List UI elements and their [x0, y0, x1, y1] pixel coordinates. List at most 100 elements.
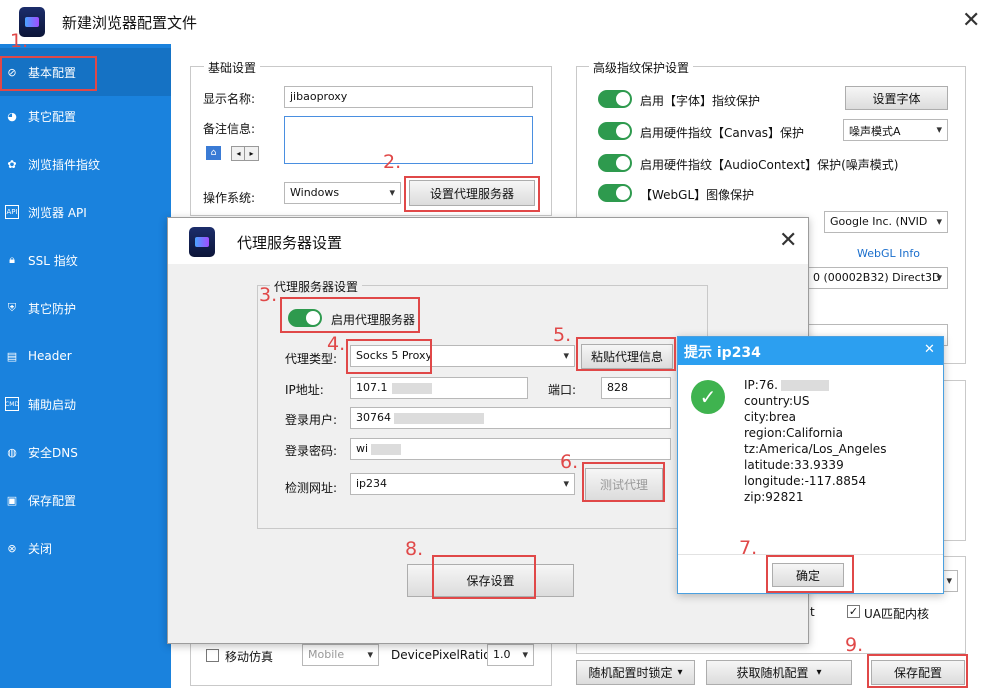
sidebar-item-label: SSL 指纹	[28, 253, 78, 268]
os-label: 操作系统:	[203, 191, 256, 205]
random-lock-label: 随机配置时锁定	[588, 666, 673, 680]
random-config-label: 获取随机配置	[736, 666, 809, 680]
ua-match-checkbox[interactable]: ✓	[847, 605, 860, 618]
ip-label: IP地址:	[285, 383, 324, 397]
step-3-label: 3.	[259, 284, 278, 306]
random-lock-button[interactable]: 随机配置时锁定 ▾	[576, 660, 695, 685]
webgl-info-link[interactable]: WebGL Info	[857, 247, 920, 260]
tip-close-icon[interactable]: ✕	[924, 342, 935, 357]
webgl-renderer-select[interactable]: 0 (00002B32) Direct3D	[808, 267, 948, 289]
sidebar-item-label: 其它防护	[28, 301, 77, 316]
password-value: wi	[356, 442, 369, 455]
tip-ip-line: IP:76.	[744, 378, 829, 392]
sidebar-item-label: 保存配置	[28, 493, 77, 508]
sidebar-item-launch[interactable]: CMD 辅助启动	[0, 380, 171, 428]
tip-header: 提示 ip234 ✕	[678, 337, 943, 365]
display-name-input[interactable]: jibaoproxy	[284, 86, 533, 108]
sidebar-item-label: 其它配置	[28, 109, 77, 124]
step-5-label: 5.	[553, 324, 572, 346]
sidebar-item-header[interactable]: ▤ Header	[0, 332, 171, 380]
chevron-down-icon: ▾	[677, 667, 683, 678]
highlight-box-5	[576, 337, 676, 371]
dpr-label: DevicePixelRatio:	[391, 648, 495, 662]
tip-title: 提示 ip234	[684, 345, 761, 361]
port-input[interactable]: 828	[601, 377, 671, 399]
highlight-box-7	[766, 555, 854, 593]
set-font-button[interactable]: 设置字体	[845, 86, 948, 110]
proxy-dialog-title: 代理服务器设置	[237, 234, 343, 252]
tip-latitude-line: latitude:33.9339	[744, 458, 844, 472]
sidebar-item-ssl[interactable]: 🔒︎ SSL 指纹	[0, 236, 171, 284]
tip-country-line: country:US	[744, 394, 810, 408]
api-icon: API	[5, 205, 19, 219]
arrow-right-icon[interactable]: ▸	[244, 146, 259, 161]
blur-mask	[391, 382, 432, 394]
sidebar-item-dns[interactable]: ◍ 安全DNS	[0, 428, 171, 476]
home-icon[interactable]: ⌂	[206, 146, 221, 160]
close-circle-icon: ⊗	[7, 541, 17, 555]
tip-longitude-line: longitude:-117.8854	[744, 474, 867, 488]
chrome-icon: ◕	[7, 109, 17, 123]
highlight-box-3	[280, 297, 420, 333]
ip-input[interactable]: 107.1	[350, 377, 528, 399]
sidebar-item-protect[interactable]: ⛨ 其它防护	[0, 284, 171, 332]
sidebar-item-close[interactable]: ⊗ 关闭	[0, 524, 171, 572]
tip-ip-value: IP:76.	[744, 378, 778, 392]
window-close-icon[interactable]: ✕	[962, 10, 980, 32]
display-name-label: 显示名称:	[203, 92, 256, 106]
window-title: 新建浏览器配置文件	[62, 14, 198, 32]
audio-label: 启用硬件指纹【AudioContext】保护(噪声模式)	[640, 158, 899, 172]
proxy-group-title: 代理服务器设置	[270, 278, 363, 295]
sidebar-item-save[interactable]: ▣ 保存配置	[0, 476, 171, 524]
t-fragment-text: t	[810, 605, 815, 619]
highlight-box-2	[404, 176, 540, 212]
os-select[interactable]: Windows	[284, 182, 401, 204]
webgl-label: 【WebGL】图像保护	[640, 188, 755, 202]
advanced-title: 高级指纹保护设置	[589, 59, 694, 76]
proxy-dialog-close-icon[interactable]: ✕	[779, 230, 797, 252]
sidebar-item-label: 关闭	[28, 541, 53, 556]
user-input[interactable]: 30764	[350, 407, 671, 429]
canvas-toggle[interactable]	[598, 122, 632, 140]
step-9-label: 9.	[845, 634, 864, 656]
highlight-box-1	[0, 56, 97, 91]
canvas-label: 启用硬件指纹【Canvas】保护	[640, 126, 805, 140]
webgl-toggle[interactable]	[598, 184, 632, 202]
password-input[interactable]: wi	[350, 438, 671, 460]
user-label: 登录用户:	[285, 413, 338, 427]
ua-match-label: UA匹配内核	[864, 607, 929, 621]
check-url-label: 检测网址:	[285, 481, 338, 495]
sidebar-item-label: 辅助启动	[28, 397, 77, 412]
tip-region-line: region:California	[744, 426, 843, 440]
audio-toggle[interactable]	[598, 154, 632, 172]
blur-mask	[780, 380, 829, 391]
sidebar-item-label: 浏览器 API	[28, 205, 87, 220]
tip-zip-line: zip:92821	[744, 490, 804, 504]
ip-value: 107.1	[356, 381, 388, 394]
check-url-select[interactable]: ip234	[350, 473, 575, 495]
highlight-box-6	[582, 462, 665, 502]
random-config-button[interactable]: 获取随机配置 ▾	[706, 660, 852, 685]
dpr-select[interactable]: 1.0	[487, 644, 534, 666]
step-1-label: 1.	[10, 30, 29, 52]
font-protect-toggle[interactable]	[598, 90, 632, 108]
app-logo-icon	[189, 227, 215, 257]
password-label: 登录密码:	[285, 444, 338, 458]
blur-mask	[371, 443, 402, 455]
mobile-device-select[interactable]: Mobile	[302, 644, 379, 666]
sidebar: ⊘ 基本配置 ◕ 其它配置 ✿ 浏览插件指纹 API 浏览器 API 🔒︎ SS…	[0, 44, 171, 688]
tip-tz-line: tz:America/Los_Angeles	[744, 442, 887, 456]
sidebar-item-label: 浏览插件指纹	[28, 157, 101, 172]
sidebar-item-other[interactable]: ◕ 其它配置	[0, 92, 171, 140]
webgl-vendor-select[interactable]: Google Inc. (NVID	[824, 211, 948, 233]
sidebar-item-api[interactable]: API 浏览器 API	[0, 188, 171, 236]
chevron-down-icon: ▾	[816, 667, 822, 678]
canvas-mode-select[interactable]: 噪声模式A	[843, 119, 948, 141]
mobile-emulation-checkbox[interactable]	[206, 649, 219, 662]
tip-city-line: city:brea	[744, 410, 796, 424]
note-textarea[interactable]	[284, 116, 533, 164]
step-6-label: 6.	[560, 451, 579, 473]
step-2-label: 2.	[383, 151, 402, 173]
user-value: 30764	[356, 411, 391, 424]
sidebar-item-plugin[interactable]: ✿ 浏览插件指纹	[0, 140, 171, 188]
